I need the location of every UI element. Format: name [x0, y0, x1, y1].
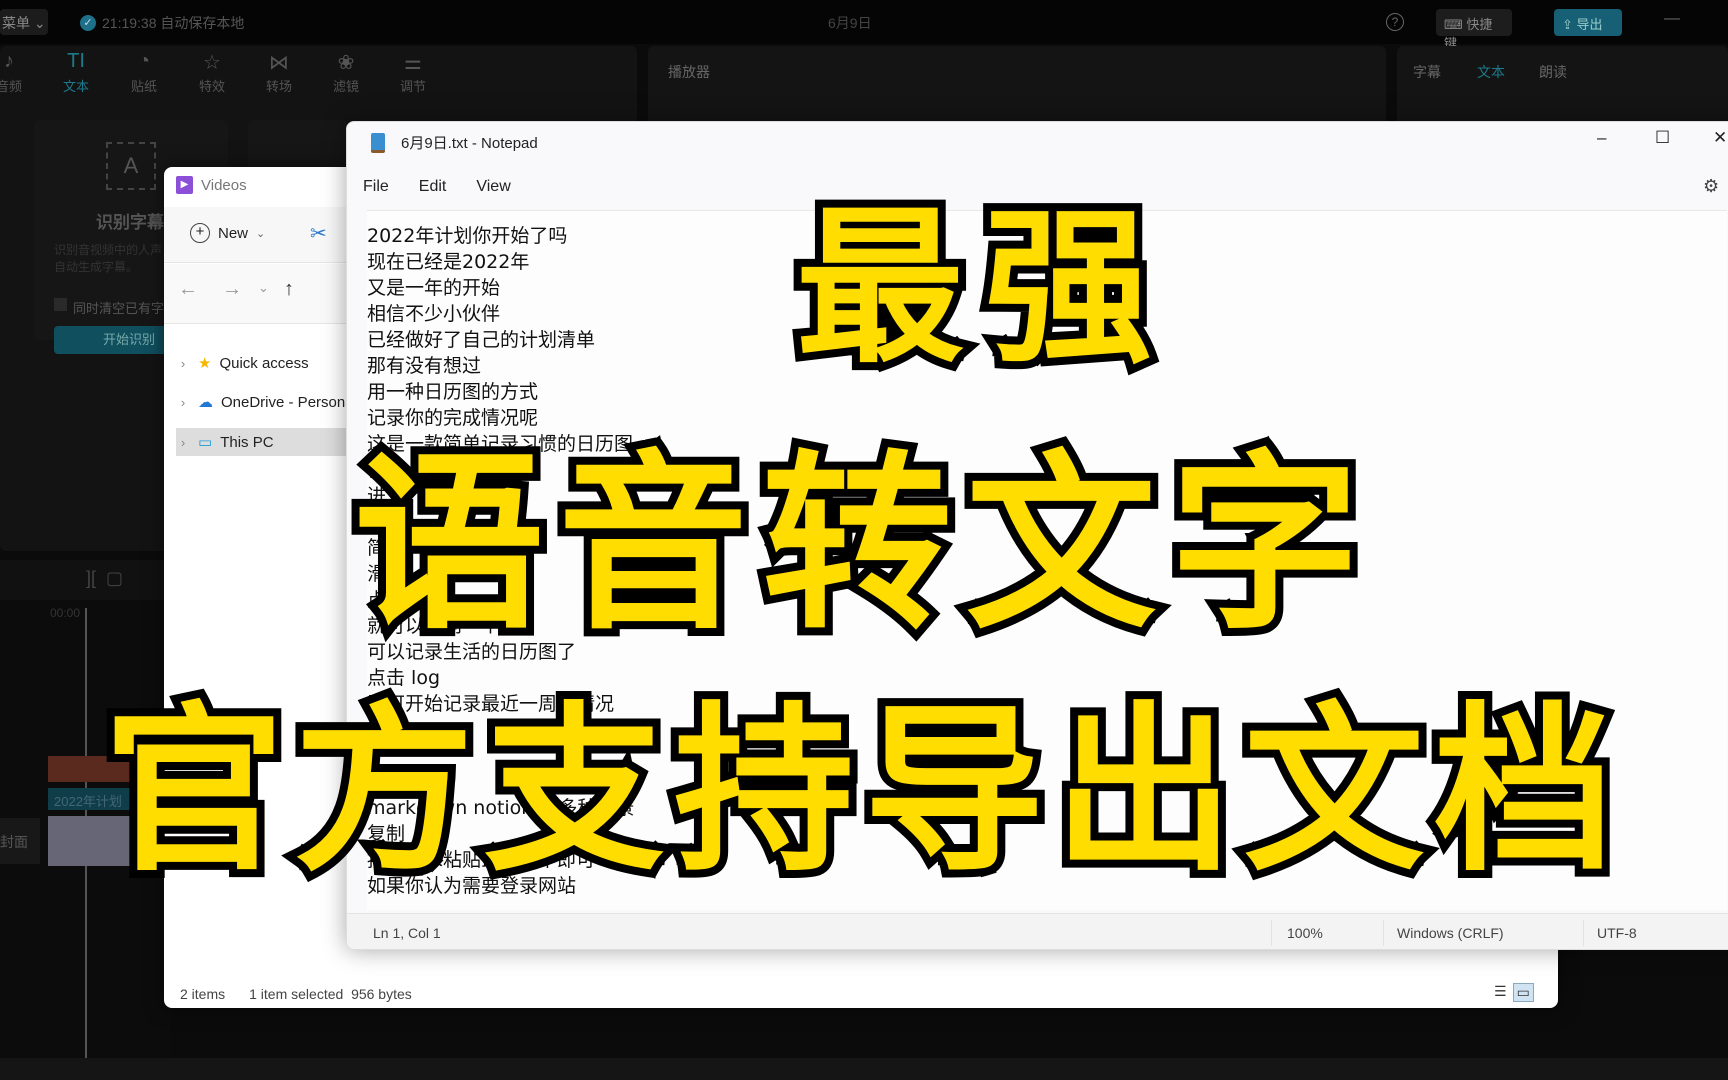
tab-audio[interactable]: ♪ 音频: [0, 50, 34, 95]
recognize-icon: A: [106, 142, 156, 190]
tab-subtitles[interactable]: 字幕: [1413, 62, 1441, 82]
menu-button[interactable]: 菜单 ⌄: [0, 9, 48, 35]
filter-icon: ❀: [337, 52, 355, 74]
minimize-icon[interactable]: —: [1664, 10, 1680, 28]
view-toggle: ☰ ▭: [1494, 983, 1534, 1002]
project-title: 6月9日: [828, 15, 872, 31]
details-view-icon[interactable]: ☰: [1494, 983, 1507, 1002]
player-title: 播放器: [668, 64, 710, 80]
divider: [1383, 920, 1384, 946]
nav-onedrive[interactable]: › ☁ OneDrive - Personal: [176, 388, 366, 416]
tab-read-aloud[interactable]: 朗读: [1539, 62, 1567, 82]
text-icon: TI: [67, 50, 85, 72]
tab-adjust[interactable]: ⚌ 调节: [388, 50, 438, 95]
autosave-status: ✓ 21:19:38 自动保存本地: [80, 13, 244, 33]
divider: [1271, 920, 1272, 946]
divider: [1583, 920, 1584, 946]
overlay-title-line2: 语音转文字: [346, 432, 1374, 658]
zoom-level: 100%: [1287, 925, 1323, 941]
line-ending: Windows (CRLF): [1397, 925, 1504, 941]
inspector-panel: [1397, 46, 1728, 126]
notepad-status-bar: Ln 1, Col 1 100% Windows (CRLF) UTF-8: [347, 913, 1728, 949]
export-button[interactable]: ⇪ 导出: [1554, 9, 1622, 36]
notepad-icon: [371, 132, 385, 153]
transition-icon: ⋈: [269, 52, 289, 74]
explorer-status-bar: 2 items 1 item selected 956 bytes: [180, 986, 412, 1002]
tab-text-inspector[interactable]: 文本: [1477, 62, 1505, 82]
text-line: 记录你的完成情况呢: [367, 407, 539, 429]
check-icon: ✓: [80, 15, 96, 31]
maximize-button[interactable]: ☐: [1655, 128, 1670, 148]
overlay-title-line1: 最强: [788, 182, 1172, 394]
notepad-title-bar: 6月9日.txt - Notepad: [371, 132, 538, 153]
player-panel: [648, 46, 1386, 126]
tab-transition[interactable]: ⋈ 转场: [254, 50, 304, 95]
tab-effects[interactable]: ☆ 特效: [187, 50, 237, 95]
cloud-icon: ☁: [198, 394, 213, 411]
close-button[interactable]: ✕: [1713, 128, 1727, 148]
cursor-position: Ln 1, Col 1: [373, 925, 441, 941]
tab-text[interactable]: TI 文本: [51, 50, 101, 95]
tab-sticker[interactable]: ◔ 贴纸: [119, 50, 169, 95]
tiles-view-icon[interactable]: ▭: [1512, 983, 1534, 1002]
minimize-button[interactable]: –: [1597, 128, 1606, 148]
music-icon: ♪: [4, 50, 14, 72]
bottom-bar: [0, 1058, 1728, 1080]
chevron-right-icon: ›: [180, 394, 186, 410]
encoding: UTF-8: [1597, 925, 1637, 941]
shortcut-button[interactable]: ⌨ 快捷键: [1436, 9, 1512, 51]
adjust-icon: ⚌: [404, 52, 422, 74]
sticker-icon: ◔: [137, 50, 151, 72]
effects-icon: ☆: [203, 52, 221, 74]
help-icon[interactable]: ?: [1386, 13, 1404, 31]
tab-filter[interactable]: ❀ 滤镜: [321, 50, 371, 95]
overlay-title-line3: 官方支持导出文档: [96, 684, 1624, 900]
